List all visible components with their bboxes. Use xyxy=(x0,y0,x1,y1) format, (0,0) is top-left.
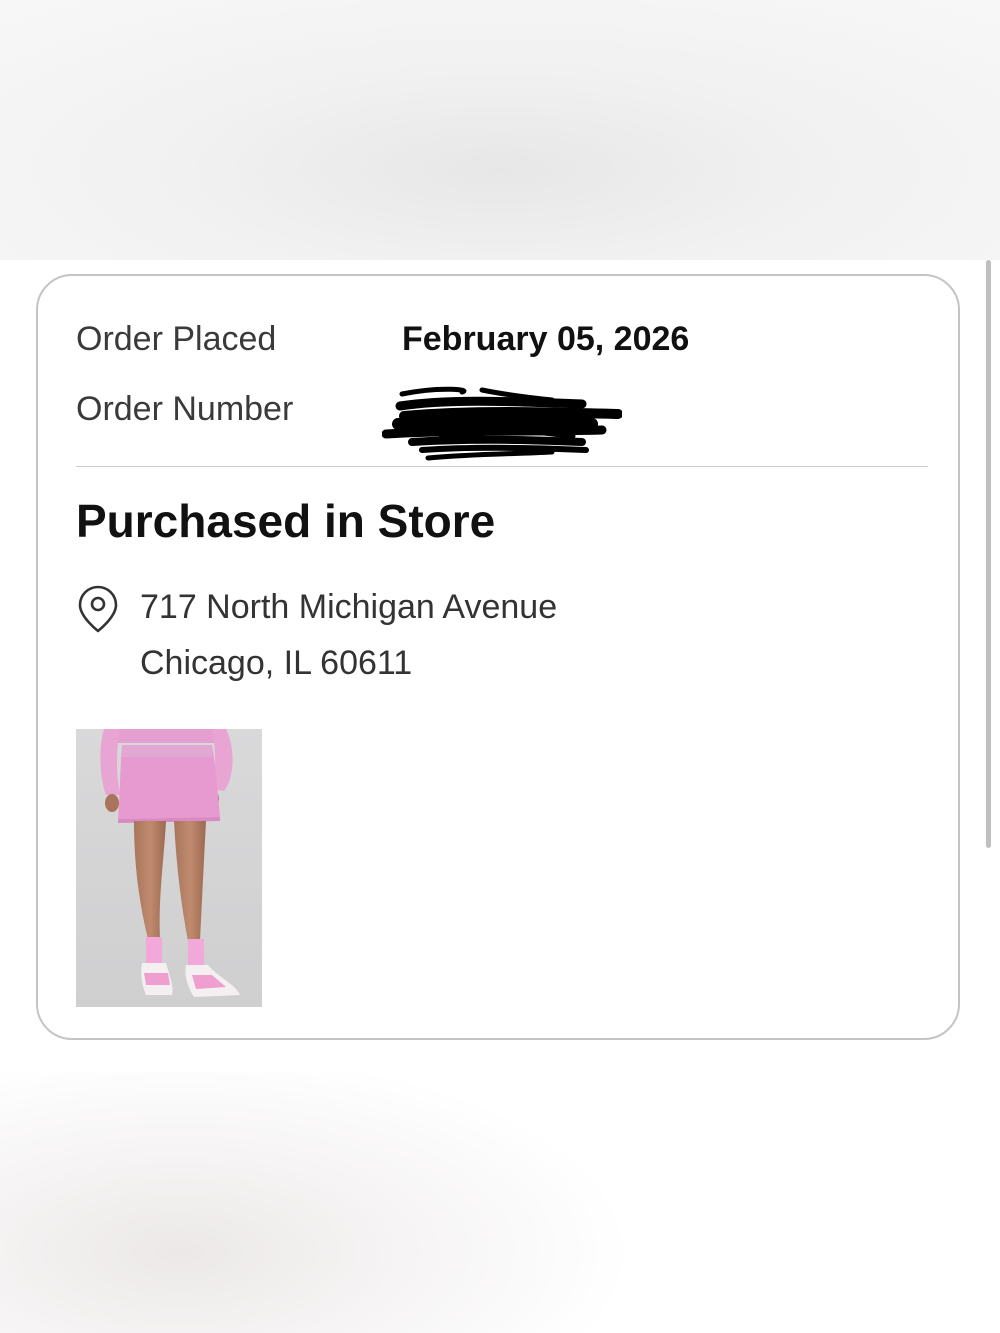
order-card: Order Placed February 05, 2026 Order Num… xyxy=(36,274,960,1040)
purchase-location-title: Purchased in Store xyxy=(76,495,496,547)
order-placed-date: February 05, 2026 xyxy=(402,320,690,358)
background-top xyxy=(0,0,1000,260)
order-placed-label: Order Placed xyxy=(76,320,277,358)
store-address-line1: 717 North Michigan Avenue xyxy=(140,588,558,626)
section-divider xyxy=(76,466,928,467)
scrollbar[interactable] xyxy=(986,260,991,848)
store-address-line2: Chicago, IL 60611 xyxy=(140,644,413,682)
product-thumbnail[interactable] xyxy=(76,729,262,1007)
order-number-redaction xyxy=(382,386,622,461)
location-pin-icon xyxy=(78,585,118,633)
order-number-label: Order Number xyxy=(76,390,294,428)
background-bottom xyxy=(0,1072,1000,1333)
order-screenshot: Order Placed February 05, 2026 Order Num… xyxy=(0,260,1000,1072)
